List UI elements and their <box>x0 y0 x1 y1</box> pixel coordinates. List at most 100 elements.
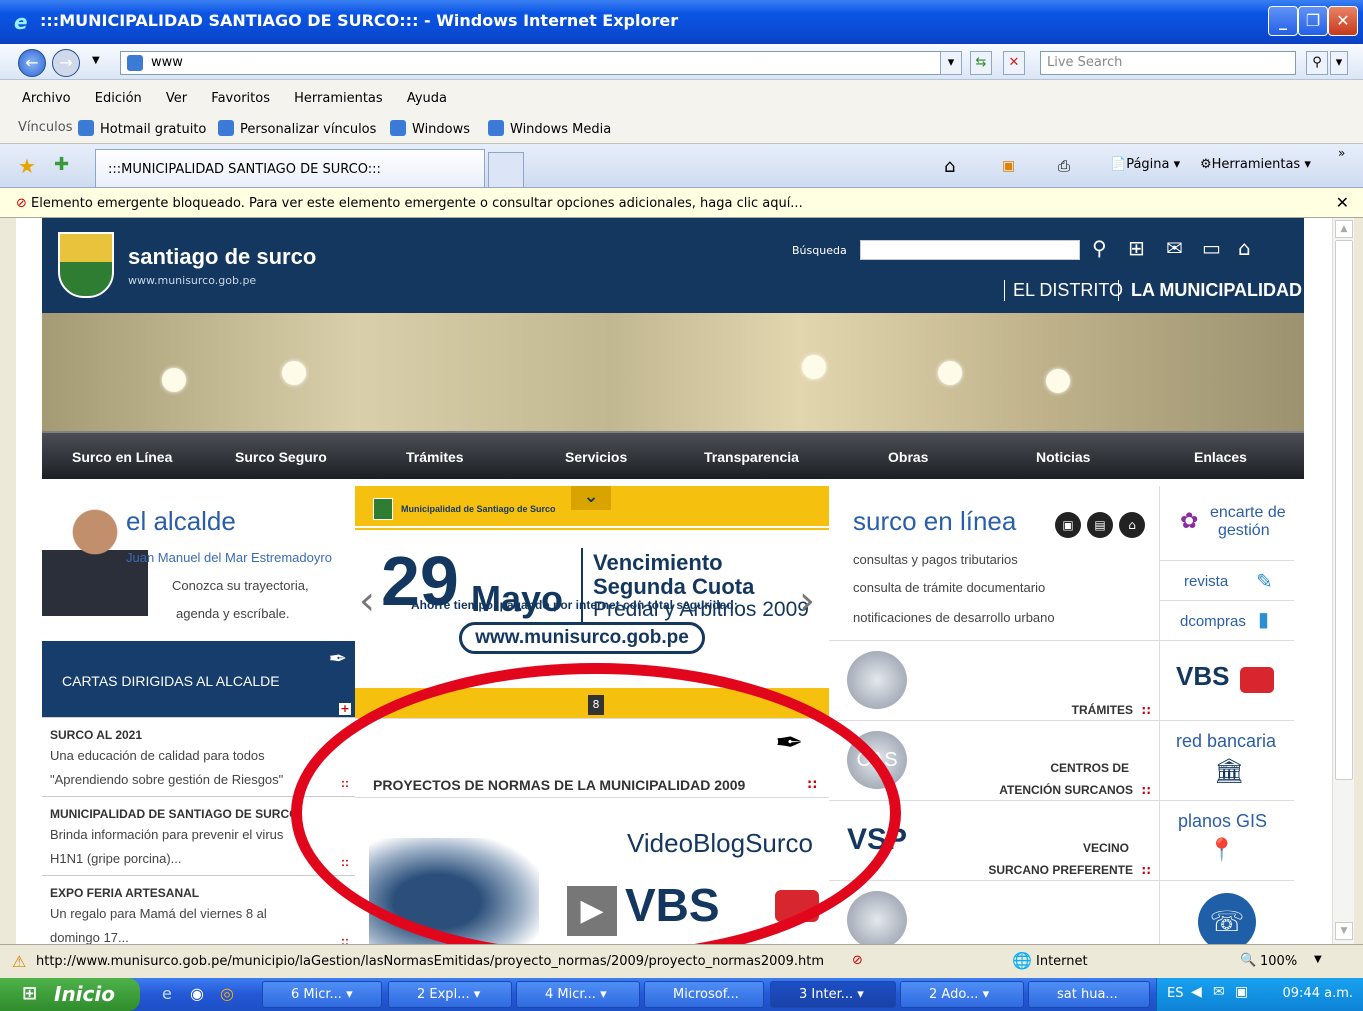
phone-link[interactable]: ☏ <box>1159 880 1294 944</box>
close-icon[interactable]: ✕ <box>1336 193 1349 212</box>
menu-ver[interactable]: Ver <box>166 91 187 106</box>
ie-quicklaunch-icon[interactable]: e <box>162 984 172 1003</box>
refresh-button[interactable]: ⇆ <box>970 51 992 75</box>
zoom-level[interactable]: 100% <box>1260 954 1297 969</box>
search-options-button[interactable]: ▾ <box>1330 51 1348 75</box>
chevron-more-icon[interactable]: » <box>1338 146 1345 160</box>
task-item[interactable]: sat hua... <box>1028 981 1150 1008</box>
more-dots-icon[interactable]: :: <box>807 777 817 792</box>
nav-surco-seguro[interactable]: Surco Seguro <box>235 449 327 465</box>
scroll-up-arrow-icon[interactable]: ▲ <box>1335 220 1353 238</box>
document-icon[interactable]: ▤ <box>1087 512 1113 538</box>
nav-enlaces[interactable]: Enlaces <box>1194 449 1247 465</box>
minimize-button[interactable]: _ <box>1268 6 1298 36</box>
news-item[interactable]: SURCO AL 2021 Una educación de calidad p… <box>42 717 355 795</box>
search-icon[interactable]: ⚲ <box>1306 51 1328 75</box>
planos-gis-link[interactable]: planos GIS 📍 <box>1159 800 1294 880</box>
chevron-down-icon[interactable]: ⌄ <box>571 486 611 510</box>
nav-transparencia[interactable]: Transparencia <box>704 449 799 465</box>
nav-surco-en-linea[interactable]: Surco en Línea <box>72 449 172 465</box>
alcalde-name[interactable]: Juan Manuel del Mar Estremadoyro <box>126 550 332 565</box>
next-arrow-icon[interactable]: › <box>799 578 815 624</box>
menu-edicion[interactable]: Edición <box>95 91 142 106</box>
start-button[interactable]: ⊞ Inicio <box>0 978 140 1011</box>
window-titlebar[interactable]: e :::MUNICIPALIDAD SANTIAGO DE SURCO::: … <box>0 0 1363 44</box>
popup-blocked-bar[interactable]: ⊘ Elemento emergente bloqueado. Para ver… <box>0 188 1363 218</box>
link-tramite-documentario[interactable]: consulta de trámite documentario <box>853 580 1045 595</box>
videoblog-section[interactable]: VideoBlogSurco ▶ VBS <box>355 798 829 944</box>
dcompras-link[interactable]: dcompras ▮ <box>1159 600 1294 640</box>
slide-number[interactable]: 8 <box>588 695 604 715</box>
scrollbar-thumb[interactable] <box>1335 240 1353 780</box>
menu-archivo[interactable]: Archivo <box>22 91 71 106</box>
service-vsp[interactable]: VSP VECINO SURCANO PREFERENTE :: <box>829 800 1159 880</box>
sitemap-icon[interactable]: ⊞ <box>1128 236 1145 260</box>
link-windows[interactable]: Windows <box>390 120 470 137</box>
link-consultas-pagos[interactable]: consultas y pagos tributarios <box>853 552 1018 567</box>
home-icon[interactable]: ⌂ <box>1119 512 1145 538</box>
add-favorites-icon[interactable]: ✚ <box>54 154 69 175</box>
more-dots-icon[interactable]: :: <box>341 855 349 869</box>
vertical-scrollbar[interactable]: ▲ ▼ <box>1332 218 1354 944</box>
task-item[interactable]: 2 Expl... ▾ <box>388 981 512 1008</box>
site-brand[interactable]: santiago de surco <box>128 244 316 270</box>
videoblog-title[interactable]: VideoBlogSurco <box>627 828 813 859</box>
vbs-link[interactable]: VBS <box>1159 640 1294 720</box>
more-dots-icon[interactable]: :: <box>1141 783 1151 797</box>
mail-icon[interactable]: ✉ <box>1213 984 1225 1000</box>
service-cas[interactable]: CAS CENTROS DE ATENCIÓN SURCANOS :: <box>829 720 1159 800</box>
new-tab-button[interactable] <box>488 152 524 187</box>
network-icon[interactable]: ▣ <box>1235 984 1248 1000</box>
revista-link[interactable]: revista ✎ <box>1159 560 1294 600</box>
more-dots-icon[interactable]: :: <box>341 776 349 790</box>
task-item[interactable]: 4 Micr... ▾ <box>516 981 640 1008</box>
nav-obras[interactable]: Obras <box>888 449 928 465</box>
task-item[interactable]: Microsof... <box>644 981 764 1008</box>
screen-icon[interactable]: ▭ <box>1202 236 1221 260</box>
tools-menu[interactable]: ⚙Herramientas ▾ <box>1200 157 1311 172</box>
home-icon[interactable]: ⌂ <box>1238 236 1251 260</box>
encarte-gestion-link[interactable]: ✿ encarte de gestión <box>1159 486 1294 560</box>
menu-favoritos[interactable]: Favoritos <box>211 91 270 106</box>
nav-servicios[interactable]: Servicios <box>565 449 627 465</box>
more-dots-icon[interactable]: :: <box>341 934 349 944</box>
page-menu[interactable]: 📄Página ▾ <box>1110 157 1180 172</box>
mail-icon[interactable]: ✉ <box>1166 236 1183 260</box>
popup-blocked-icon[interactable]: ⊘ <box>852 953 863 968</box>
url-input[interactable]: www <box>120 51 960 75</box>
task-item[interactable]: 6 Micr... ▾ <box>262 981 382 1008</box>
news-item[interactable]: EXPO FERIA ARTESANAL Un regalo para Mamá… <box>42 875 355 944</box>
surco-shield-logo[interactable] <box>58 232 114 298</box>
service-item[interactable] <box>829 880 1159 944</box>
cartas-alcalde-button[interactable]: CARTAS DIRIGIDAS AL ALCALDE ✒ + <box>42 641 355 717</box>
tax-icon[interactable]: ▣ <box>1055 512 1081 538</box>
tray-arrow-icon[interactable]: ◀ <box>1191 984 1202 1000</box>
alcalde-section[interactable]: el alcalde Juan Manuel del Mar Estremado… <box>42 486 355 641</box>
home-icon[interactable]: ⌂ <box>944 156 955 177</box>
forward-button[interactable]: → <box>52 49 80 77</box>
close-button[interactable]: ✕ <box>1328 6 1358 36</box>
address-dropdown-button[interactable]: ▾ <box>940 51 962 75</box>
nav-tramites[interactable]: Trámites <box>406 449 464 465</box>
promo-slideshow[interactable]: Municipalidad de Santiago de Surco ⌄ ‹ 2… <box>355 486 829 718</box>
menu-herramientas[interactable]: Herramientas <box>294 91 383 106</box>
scroll-down-arrow-icon[interactable]: ▼ <box>1335 922 1353 940</box>
task-item[interactable]: 2 Ado... ▾ <box>900 981 1024 1008</box>
feeds-icon[interactable]: ▣ <box>1002 158 1015 174</box>
quicklaunch-icon[interactable]: ◉ <box>190 984 204 1003</box>
link-notificaciones[interactable]: notificaciones de desarrollo urbano <box>853 610 1055 625</box>
prev-arrow-icon[interactable]: ‹ <box>359 578 375 624</box>
more-dots-icon[interactable]: :: <box>1141 703 1151 717</box>
search-icon[interactable]: ⚲ <box>1092 236 1107 260</box>
clock[interactable]: 09:44 a.m. <box>1283 986 1354 1001</box>
menu-ayuda[interactable]: Ayuda <box>407 91 447 106</box>
nav-la-municipalidad[interactable]: LA MUNICIPALIDAD <box>1118 280 1302 301</box>
link-personalizar[interactable]: Personalizar vínculos <box>218 120 376 137</box>
service-tramites[interactable]: TRÁMITES :: <box>829 640 1159 720</box>
zoom-dropdown-icon[interactable]: ▼ <box>1314 954 1322 965</box>
promo-url-button[interactable]: www.munisurco.gob.pe <box>459 622 705 654</box>
live-search-input[interactable]: Live Search <box>1040 51 1296 75</box>
history-dropdown-icon[interactable]: ▼ <box>92 55 100 66</box>
favorites-star-icon[interactable]: ★ <box>18 154 36 178</box>
nav-el-distrito[interactable]: EL DISTRITO <box>1004 280 1123 301</box>
